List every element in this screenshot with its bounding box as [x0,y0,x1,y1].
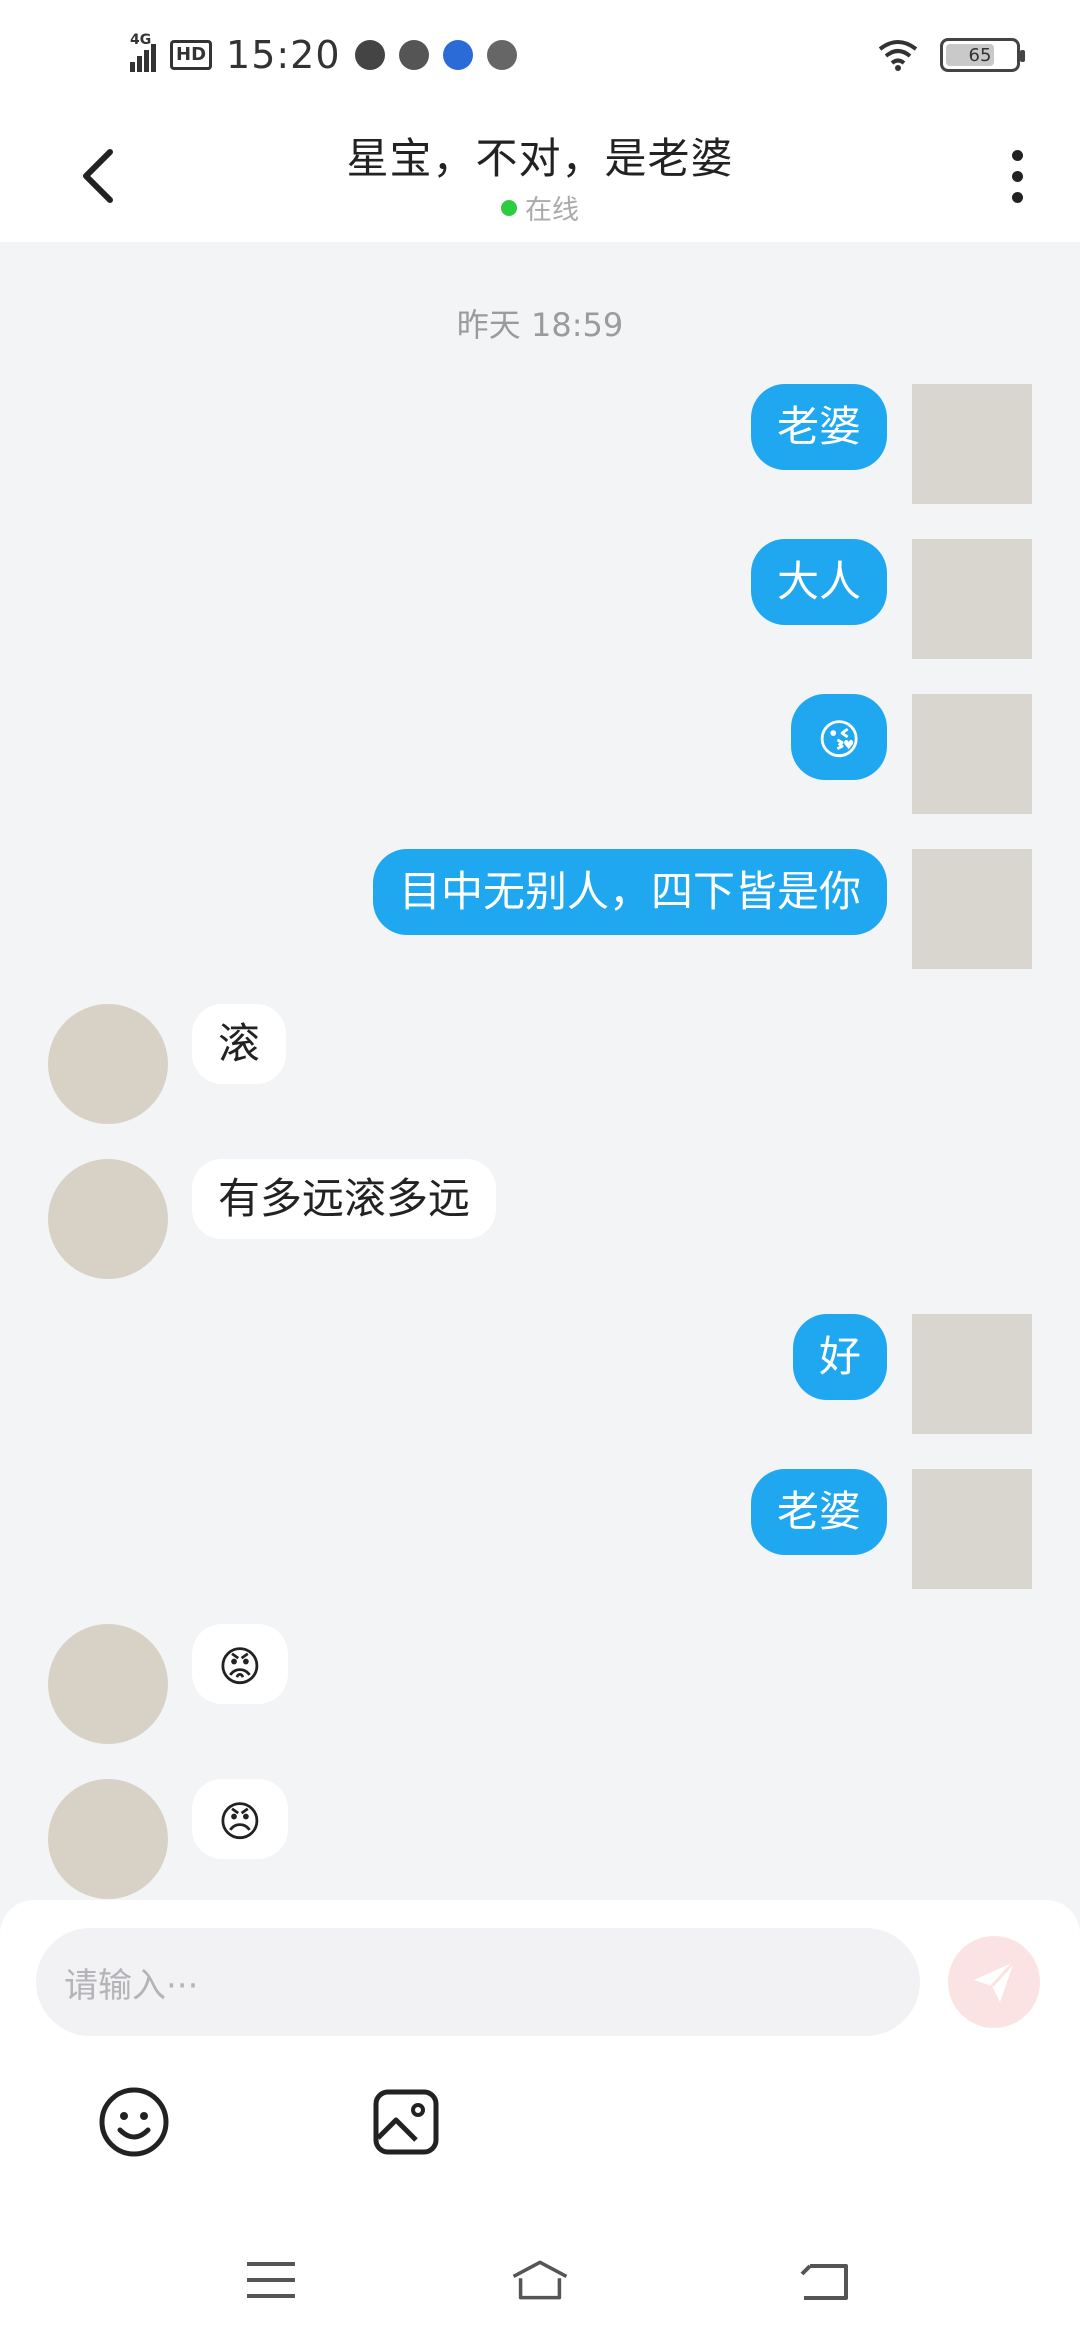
my-avatar[interactable] [912,694,1032,814]
chat-title: 星宝，不对，是老婆 [346,134,734,183]
my-avatar[interactable] [912,849,1032,969]
more-dot [1011,191,1023,203]
more-dot [1011,149,1023,161]
battery-icon: 65 [940,38,1025,72]
message-row: 😘 [0,694,1080,814]
menu-icon [247,2262,295,2298]
image-button[interactable] [368,2084,444,2160]
menu-nav-button[interactable] [241,2250,301,2310]
paper-plane-icon [974,1960,1016,2002]
message-list[interactable]: 昨天 18:59 老婆 大人 😘 目中无别人，四下皆是你 滚 有多远滚多远 好 … [0,242,1080,1902]
my-avatar[interactable] [912,384,1032,504]
network-type: 4G [130,32,152,48]
app-icon [442,40,473,70]
smiley-icon [99,2087,169,2157]
message-bubble-sent[interactable]: 老婆 [750,1469,887,1555]
status-bar: 4G HD 15:20 65 [0,0,1080,110]
message-input[interactable]: 请输入··· [36,1928,920,2036]
my-avatar[interactable] [912,539,1032,659]
back-nav-icon [800,2264,848,2300]
my-avatar[interactable] [912,1469,1032,1589]
chevron-left-icon [83,149,113,203]
back-button[interactable] [70,144,126,208]
more-dot [1011,170,1023,182]
message-row: 滚 [0,1004,1080,1124]
message-bubble-received[interactable]: 滚 [192,1004,287,1084]
chat-header: 星宝，不对，是老婆 在线 [0,110,1080,242]
my-avatar[interactable] [912,1314,1032,1434]
online-status-label: 在线 [524,195,579,226]
back-nav-button[interactable] [794,2250,854,2310]
wechat-icon [354,40,385,70]
home-nav-button[interactable] [510,2250,570,2310]
message-row: 大人 [0,539,1080,659]
send-button[interactable] [948,1936,1040,2028]
message-timestamp: 昨天 18:59 [456,306,624,344]
message-bubble-received[interactable]: 有多远滚多远 [192,1159,497,1239]
contact-avatar[interactable] [48,1004,168,1124]
angry-emoji: 😠 [218,1796,262,1846]
message-bubble-received[interactable]: 😡 [192,1624,288,1704]
chat-header-info: 星宝，不对，是老婆 在线 [346,125,733,227]
weibo-icon [486,40,517,70]
kiss-emoji: 😘 [817,714,861,764]
online-status: 在线 [346,188,733,227]
system-navbar [0,2220,1080,2340]
status-time: 15:20 [226,33,341,77]
home-icon [512,2260,568,2300]
message-bubble-sent[interactable]: 大人 [750,539,887,625]
message-bubble-sent[interactable]: 老婆 [750,384,887,470]
rage-emoji: 😡 [218,1641,262,1691]
message-bubble-received[interactable]: 😠 [192,1779,288,1859]
contact-avatar[interactable] [48,1159,168,1279]
message-row: 好 [0,1314,1080,1434]
hd-badge: HD [170,40,213,70]
soundwave-icon [398,40,429,70]
status-right: 65 [878,38,1025,72]
message-row: 😡 [0,1624,1080,1744]
message-row: 老婆 [0,384,1080,504]
image-icon [373,2089,439,2155]
message-bubble-sent[interactable]: 目中无别人，四下皆是你 [372,849,887,935]
message-row: 老婆 [0,1469,1080,1589]
message-row: 目中无别人，四下皆是你 [0,849,1080,969]
status-left: 4G HD 15:20 [130,32,517,77]
more-button[interactable] [994,138,1040,214]
battery-level: 65 [968,44,992,66]
signal-icon: 4G [130,32,156,72]
emoji-button[interactable] [96,2084,172,2160]
wifi-icon [878,40,918,71]
message-bubble-sent[interactable]: 好 [792,1314,887,1400]
contact-avatar[interactable] [48,1779,168,1899]
message-input-placeholder: 请输入··· [64,1965,199,2006]
message-row: 有多远滚多远 [0,1159,1080,1279]
message-row: 😠 [0,1779,1080,1899]
message-bubble-sent[interactable]: 😘 [791,694,887,780]
online-dot-icon [500,199,517,216]
contact-avatar[interactable] [48,1624,168,1744]
